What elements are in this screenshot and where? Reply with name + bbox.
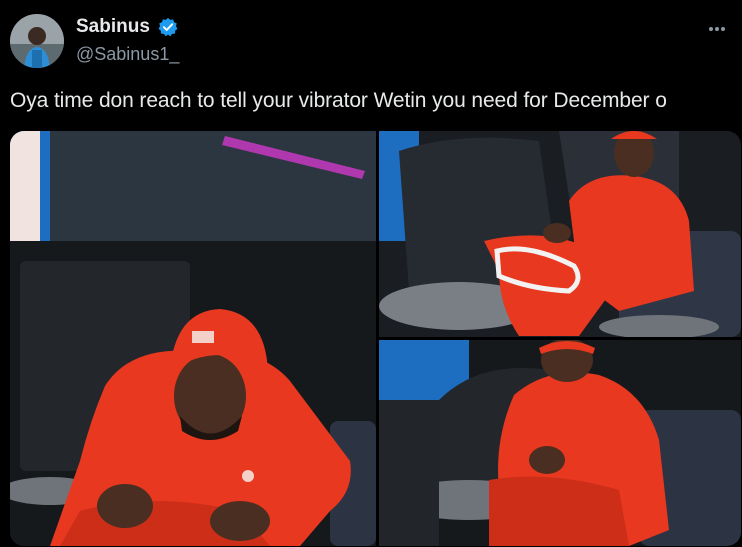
author-names: Sabinus @Sabinus1_ — [76, 16, 179, 65]
photo-seated-crossed-legs[interactable] — [379, 131, 741, 337]
tweet-text: Oya time don reach to tell your vibrator… — [10, 89, 667, 112]
verified-badge-icon — [158, 17, 178, 37]
avatar[interactable] — [10, 14, 64, 68]
display-name[interactable]: Sabinus — [76, 16, 150, 38]
more-options-icon[interactable] — [708, 18, 732, 38]
photo-head-down[interactable] — [379, 340, 741, 546]
tweet-header: Sabinus @Sabinus1_ — [8, 12, 734, 72]
handle[interactable]: @Sabinus1_ — [76, 44, 179, 65]
media-grid — [10, 131, 741, 546]
photo-seated-side-view[interactable] — [10, 131, 376, 546]
